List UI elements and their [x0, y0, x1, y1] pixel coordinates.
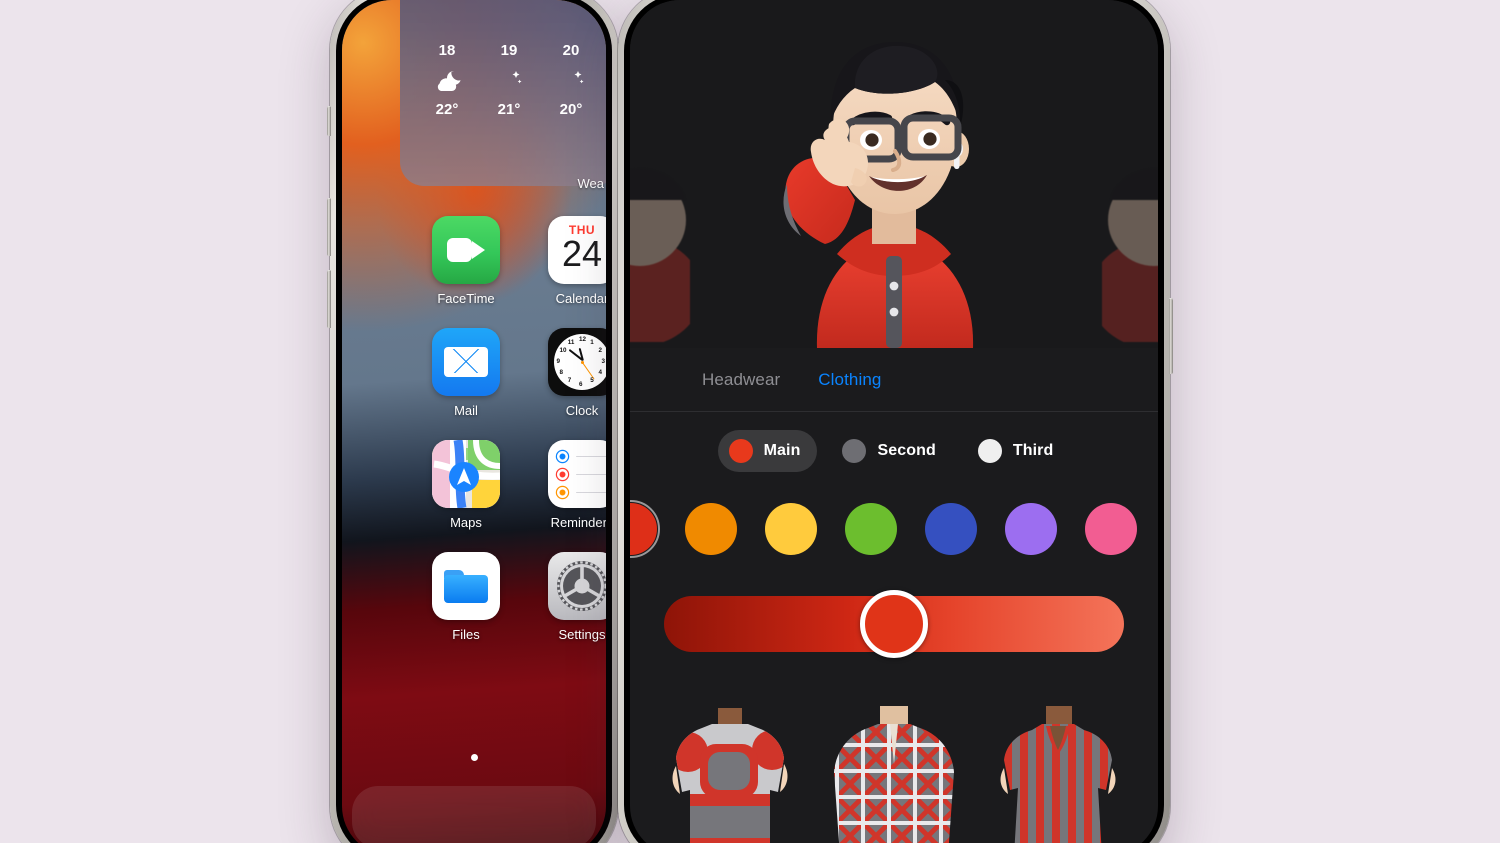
clock-numeral: 3 [601, 358, 606, 365]
app-grid: FaceTime THU 24 Calendar Mail 1 2 3 4 5 … [342, 216, 606, 642]
layer-third[interactable]: Third [967, 430, 1071, 472]
clothing-option-3[interactable] [988, 706, 1128, 843]
layer-third-label: Third [1012, 442, 1054, 459]
clear-night-icon [480, 64, 538, 98]
clock-numeral: 10 [559, 346, 567, 354]
app-label: Reminders [550, 515, 606, 530]
category-tabs: Headwear Clothing [630, 348, 1158, 412]
hour-label: 19 [500, 41, 518, 59]
shade-slider-thumb[interactable] [860, 590, 928, 658]
clock-numeral: 4 [598, 369, 602, 377]
clothing-options-row [630, 670, 1158, 843]
screenshot-canvas: Cupertino 22° 18 22° 19 [0, 0, 1500, 843]
layer-second[interactable]: Second [831, 430, 952, 472]
layer-main-label: Main [763, 442, 801, 459]
hour-temp: 21° [497, 100, 521, 118]
clock-numeral: 7 [567, 377, 572, 385]
memoji-editor-screen: Headwear Clothing Main Second Third [630, 0, 1158, 843]
color-swatch-purple[interactable] [1002, 500, 1060, 558]
device-iphone-memoji-editor: Headwear Clothing Main Second Third [618, 0, 1173, 843]
maps-icon [432, 440, 500, 508]
color-swatch-red[interactable] [630, 500, 660, 558]
color-swatch-yellow[interactable] [762, 500, 820, 558]
app-label: Calendar [555, 291, 606, 306]
app-reminders[interactable]: Reminders [524, 440, 606, 530]
app-mail[interactable]: Mail [408, 328, 524, 418]
clock-numeral: 5 [590, 377, 594, 385]
settings-icon [548, 552, 606, 620]
clothing-option-1[interactable] [660, 706, 800, 843]
clock-numeral: 6 [579, 380, 583, 388]
color-swatch-green[interactable] [842, 500, 900, 558]
app-facetime[interactable]: FaceTime [408, 216, 524, 306]
hour-label: 18 [438, 41, 456, 59]
weather-hour-item: 19 21° [480, 42, 538, 118]
layer-main[interactable]: Main [717, 430, 818, 472]
widget-name-label: Wea [577, 176, 605, 191]
clock-icon: 1 2 3 4 5 6 7 8 9 10 11 12 [548, 328, 606, 396]
calendar-day: 24 [561, 233, 603, 274]
app-files[interactable]: Files [408, 552, 524, 642]
hour-label: 20 [562, 41, 580, 59]
memoji-preview-area [630, 0, 1158, 348]
volume-up-button[interactable] [327, 198, 331, 256]
clock-numeral: 1 [590, 338, 594, 346]
hour-temp: 20° [559, 100, 583, 118]
weather-hour-item: 18 22° [418, 42, 476, 118]
weather-current-temp: 22° [414, 0, 604, 8]
volume-down-button[interactable] [327, 270, 331, 328]
app-label: Mail [454, 403, 478, 418]
app-maps[interactable]: Maps [408, 440, 524, 530]
app-label: FaceTime [437, 291, 495, 306]
dock [352, 786, 596, 843]
layer-third-swatch [977, 439, 1002, 463]
app-label: Settings [558, 627, 606, 642]
color-palette-scroller[interactable] [630, 490, 1158, 578]
color-layer-selector: Main Second Third [630, 412, 1158, 490]
clock-numeral: 2 [598, 346, 602, 354]
clothing-option-2[interactable] [824, 706, 964, 843]
tab-clothing[interactable]: Clothing [818, 370, 881, 390]
tab-headwear[interactable]: Headwear [702, 370, 780, 390]
weather-hourly-row: 18 22° 19 21° 20 20° [414, 42, 604, 118]
layer-second-swatch [842, 439, 867, 463]
memoji-previous-thumbnail[interactable] [630, 142, 690, 342]
app-label: Maps [450, 515, 482, 530]
layer-second-label: Second [877, 442, 936, 459]
app-label: Files [452, 627, 480, 642]
color-swatch-pink[interactable] [1082, 500, 1140, 558]
page-dot [470, 754, 478, 761]
weather-hour-item: 20 20° [542, 42, 600, 118]
memoji-avatar[interactable] [729, 18, 1059, 348]
app-clock[interactable]: 1 2 3 4 5 6 7 8 9 10 11 12 Clock [524, 328, 606, 418]
clock-numeral: 9 [556, 358, 561, 365]
weather-widget[interactable]: Cupertino 22° 18 22° 19 [400, 0, 606, 186]
hour-temp: 22° [435, 100, 459, 118]
clock-numeral: 12 [579, 335, 587, 343]
files-icon [432, 552, 500, 620]
color-swatch-blue[interactable] [922, 500, 980, 558]
device-iphone-home-screen: Cupertino 22° 18 22° 19 [327, 0, 618, 843]
clock-numeral: 11 [567, 338, 575, 346]
app-calendar[interactable]: THU 24 Calendar [524, 216, 606, 306]
color-swatch-orange[interactable] [682, 500, 740, 558]
facetime-icon [432, 216, 500, 284]
layer-main-swatch [728, 439, 753, 463]
partly-cloudy-night-icon [418, 64, 476, 98]
shade-slider-track[interactable] [664, 590, 1124, 658]
mute-switch[interactable] [327, 106, 331, 136]
mail-icon [432, 328, 500, 396]
page-indicator[interactable] [342, 748, 606, 766]
app-label: Clock [565, 403, 599, 418]
clear-night-icon [542, 64, 600, 98]
shade-slider-row [630, 578, 1158, 670]
app-settings[interactable]: Settings [524, 552, 606, 642]
power-button[interactable] [1169, 298, 1173, 374]
home-screen: Cupertino 22° 18 22° 19 [342, 0, 606, 843]
calendar-icon: THU 24 [548, 216, 606, 284]
memoji-next-thumbnail[interactable] [1102, 142, 1158, 342]
clock-numeral: 8 [559, 369, 564, 377]
reminders-icon [548, 440, 606, 508]
